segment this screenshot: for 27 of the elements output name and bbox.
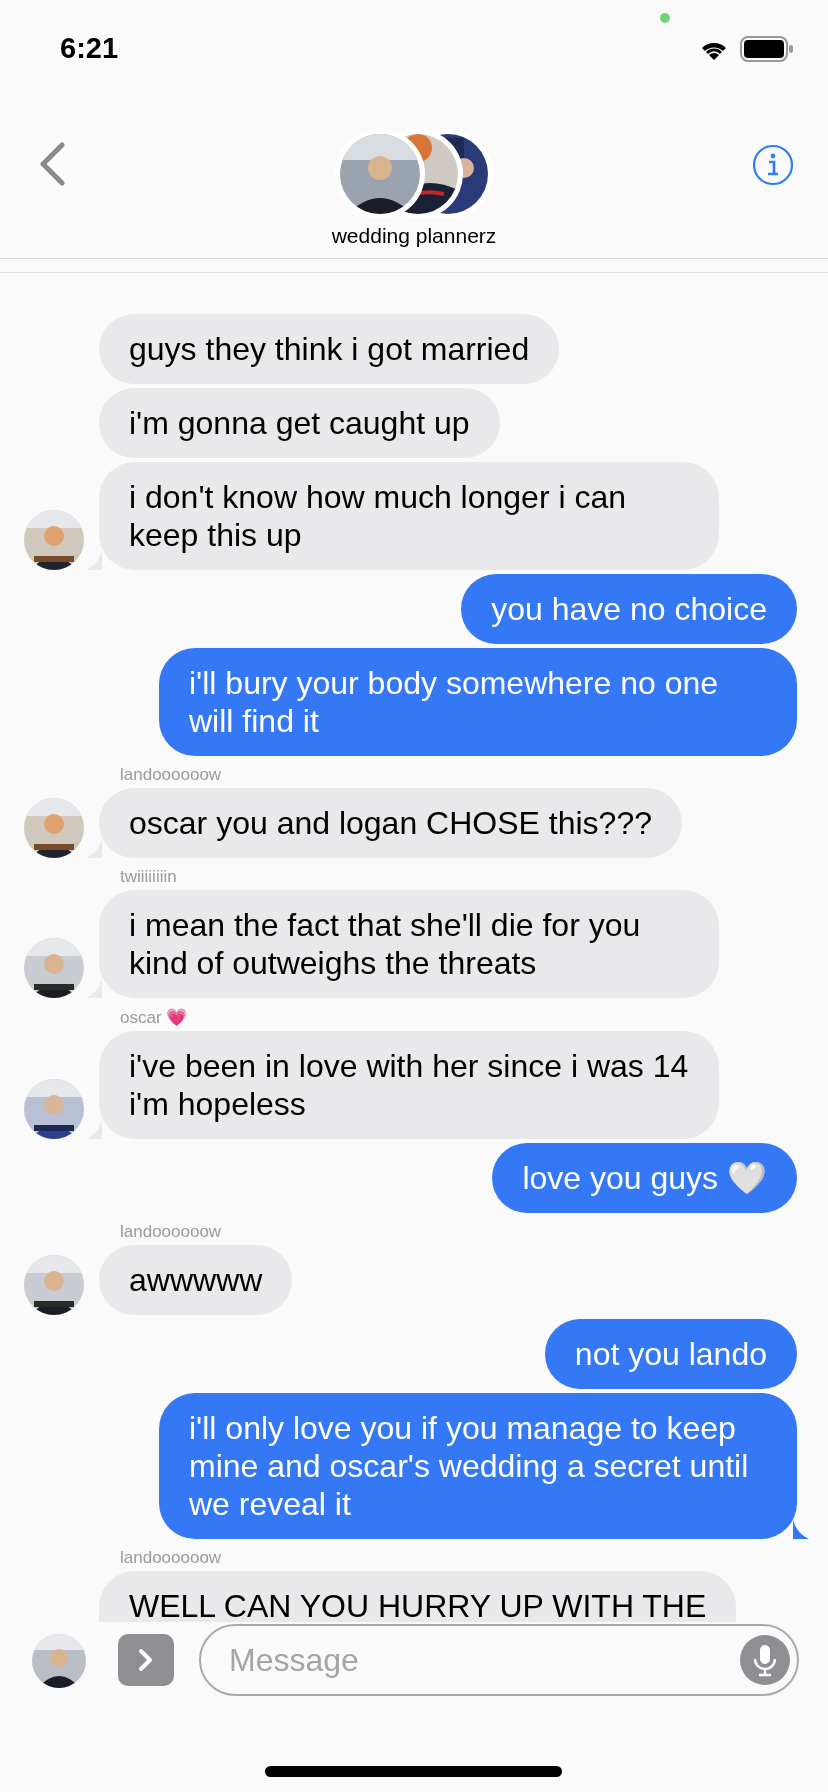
sender-name: oscar 💗 — [120, 1007, 189, 1028]
conversation-title[interactable]: wedding plannerz — [331, 224, 497, 248]
received-message-bubble: i'm gonna get caught up — [99, 388, 500, 458]
sent-message-bubble: i'll bury your body somewhere no one will find it — [159, 648, 797, 756]
sender-name: twiiiiiiiin — [120, 867, 178, 887]
sender-name: landoooooow — [120, 1548, 223, 1568]
received-message-bubble: oscar you and logan CHOSE this??? — [99, 788, 682, 858]
expand-button[interactable] — [118, 1634, 174, 1686]
sent-message-bubble: i'll only love you if you manage to keep mine and oscar's wedding a secret until we reveal it — [159, 1393, 797, 1539]
sent-message-bubble: you have no choice — [461, 574, 797, 644]
back-icon[interactable] — [38, 142, 66, 186]
message-field[interactable]: Message — [199, 1624, 799, 1696]
received-message-bubble: i've been in love with her since i was 14 i'm hopeless — [99, 1031, 719, 1139]
received-message-bubble: i mean the fact that she'll die for you kind of outweighs the threats — [99, 890, 719, 998]
camera-indicator-icon — [660, 13, 670, 23]
received-message-bubble: awwwww — [99, 1245, 293, 1315]
sent-message-bubble: love you guys 🤍 — [492, 1143, 797, 1213]
status-time: 6:21 — [60, 32, 119, 65]
sent-message-bubble: not you lando — [544, 1319, 797, 1389]
bubble-tail — [793, 1519, 809, 1539]
battery-icon — [740, 36, 794, 62]
sender-name: landoooooow — [120, 765, 223, 785]
received-message-bubble: i don't know how much longer i can keep this up — [99, 462, 719, 570]
received-message-bubble: guys they think i got married — [99, 314, 560, 384]
microphone-icon[interactable] — [740, 1635, 790, 1685]
sender-name: landoooooow — [120, 1222, 223, 1242]
info-icon[interactable] — [752, 144, 794, 186]
